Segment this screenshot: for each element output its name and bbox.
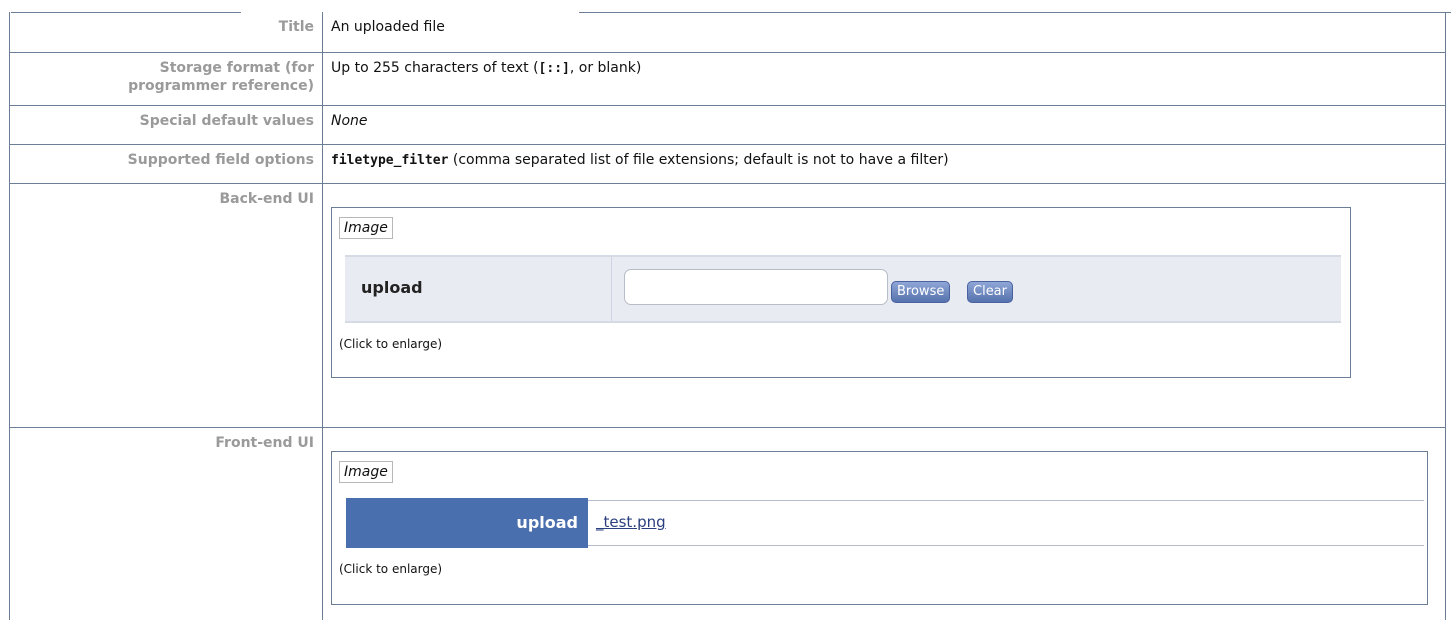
backend-screenshot-image[interactable]: upload Browse Clear	[345, 255, 1341, 323]
row-frontend-ui: Front-end UI Image upload _test.png (Cli…	[9, 427, 1446, 620]
value-backend-ui: Image upload Browse Clear (Click to enla…	[322, 183, 1446, 428]
label-title: Title	[9, 12, 323, 53]
value-field-options: filetype_filter (comma separated list of…	[322, 144, 1446, 184]
storage-text-before: Up to 255 characters of text (	[331, 60, 539, 76]
row-default-values: Special default values None	[9, 105, 1446, 145]
field-spec-table: Title An uploaded file Storage format (f…	[9, 12, 1446, 620]
label-backend-ui: Back-end UI	[9, 183, 323, 428]
label-storage-line2: programmer reference)	[128, 78, 314, 94]
row-storage-format: Storage format (for programmer reference…	[9, 52, 1446, 106]
frontend-file-link: _test.png	[596, 513, 666, 531]
frontend-upload-label: upload	[346, 498, 588, 548]
value-title: An uploaded file	[322, 12, 1446, 53]
value-storage-format: Up to 255 characters of text ([::], or b…	[322, 52, 1446, 106]
value-default-values: None	[322, 105, 1446, 145]
backend-figure: Image upload Browse Clear (Click to enla…	[331, 207, 1351, 378]
backend-file-input	[624, 269, 888, 305]
options-code: filetype_filter	[331, 153, 449, 168]
backend-figure-caption: Image	[339, 217, 393, 239]
frontend-value-cell: _test.png	[588, 500, 1424, 546]
label-field-options: Supported field options	[9, 144, 323, 184]
frontend-click-to-enlarge[interactable]: (Click to enlarge)	[339, 560, 442, 578]
label-storage-format: Storage format (for programmer reference…	[9, 52, 323, 106]
options-text: (comma separated list of file extensions…	[448, 152, 949, 168]
backend-divider	[611, 257, 612, 321]
label-frontend-ui: Front-end UI	[9, 427, 323, 620]
row-field-options: Supported field options filetype_filter …	[9, 144, 1446, 184]
backend-click-to-enlarge[interactable]: (Click to enlarge)	[339, 335, 442, 353]
label-storage-line1: Storage format (for	[159, 60, 314, 76]
label-default-values: Special default values	[9, 105, 323, 145]
backend-browse-button: Browse	[891, 281, 951, 303]
storage-text-after: , or blank)	[569, 60, 642, 76]
frontend-screenshot-image[interactable]: upload _test.png	[346, 498, 1428, 548]
storage-code: [::]	[538, 61, 570, 76]
backend-clear-button: Clear	[967, 281, 1013, 303]
frontend-figure: Image upload _test.png (Click to enlarge…	[331, 451, 1428, 605]
backend-upload-label: upload	[361, 278, 423, 297]
value-frontend-ui: Image upload _test.png (Click to enlarge…	[322, 427, 1446, 620]
frontend-figure-caption: Image	[339, 461, 393, 483]
row-backend-ui: Back-end UI Image upload Browse Clear (C…	[9, 183, 1446, 428]
row-title: Title An uploaded file	[9, 12, 1446, 53]
